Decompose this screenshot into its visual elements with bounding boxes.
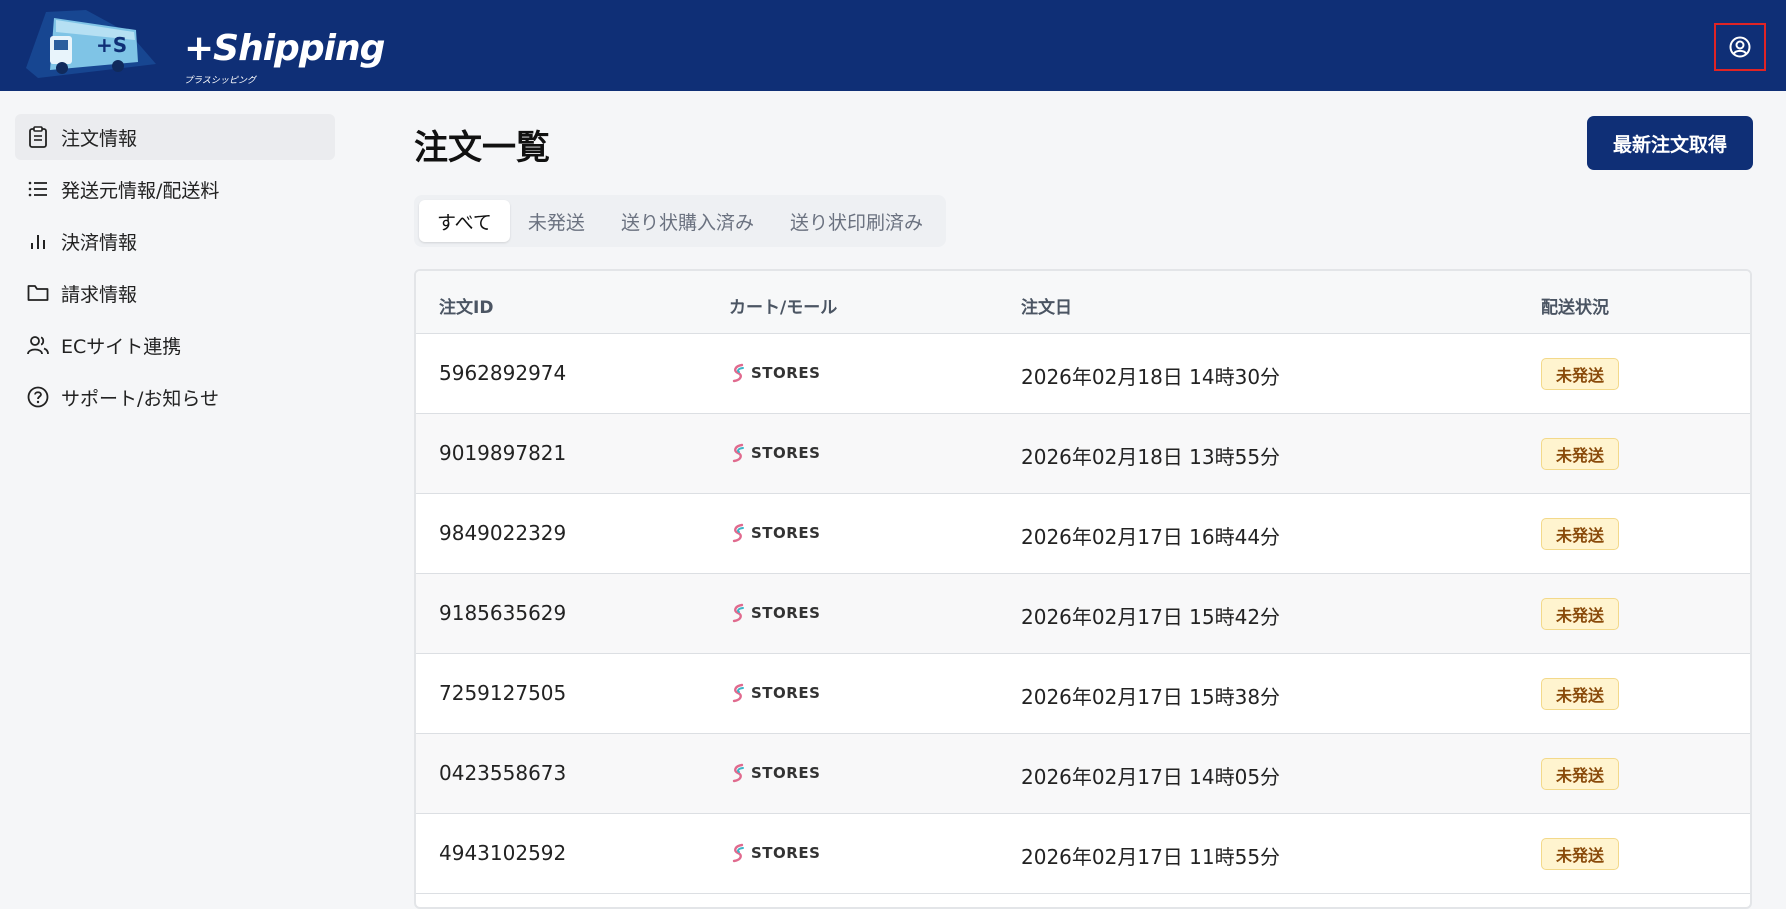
list-icon (27, 178, 49, 200)
status-badge: 未発送 (1541, 438, 1620, 470)
stores-logo-icon (732, 843, 744, 863)
order-date: 2026年02月17日 11時55分 (1021, 845, 1281, 869)
table-row[interactable]: 9185635629 STORES 2026年02月17日 15時42分 未発送 (416, 574, 1750, 654)
sidebar-item-label: 請求情報 (61, 283, 138, 306)
table-row[interactable]: 7259127505 STORES 2026年02月17日 15時38分 未発送 (416, 654, 1750, 734)
account-button[interactable] (1714, 23, 1766, 71)
order-id[interactable]: 4943102592 (439, 841, 566, 865)
cart-cell: STORES (729, 682, 820, 704)
user-circle-icon (1729, 36, 1751, 58)
order-date: 2026年02月17日 14時05分 (1021, 765, 1281, 789)
sidebar: 注文情報 発送元情報/配送料 決済情報 請求情報 ECサイト連携 サポート/お知… (15, 114, 335, 426)
order-date: 2026年02月17日 15時42分 (1021, 605, 1281, 629)
stores-logo-icon (732, 603, 744, 623)
table-row[interactable]: 9019897821 STORES 2026年02月18日 13時55分 未発送 (416, 414, 1750, 494)
sidebar-item-billing[interactable]: 請求情報 (15, 270, 335, 316)
order-date: 2026年02月17日 16時44分 (1021, 525, 1281, 549)
order-id[interactable]: 7259127505 (439, 681, 566, 705)
status-badge: 未発送 (1541, 358, 1620, 390)
tab-all[interactable]: すべて (419, 200, 510, 242)
fetch-latest-orders-button[interactable]: 最新注文取得 (1587, 116, 1753, 170)
column-header-cart[interactable]: カート/モール (729, 293, 837, 318)
sidebar-item-support[interactable]: サポート/お知らせ (15, 374, 335, 420)
plus-shipping-logo[interactable]: +S +Shipping プラスシッピング (26, 10, 385, 86)
sidebar-item-orders[interactable]: 注文情報 (15, 114, 335, 160)
cart-name: STORES (751, 604, 821, 622)
tab-label-purchased[interactable]: 送り状購入済み (603, 200, 772, 242)
cart-cell: STORES (729, 442, 820, 464)
sidebar-item-label: サポート/お知らせ (61, 387, 220, 410)
column-header-shipping-status[interactable]: 配送状況 (1541, 293, 1609, 318)
cart-name: STORES (751, 524, 821, 542)
cart-cell: STORES (729, 842, 820, 864)
cart-name: STORES (751, 764, 821, 782)
sidebar-item-payment[interactable]: 決済情報 (15, 218, 335, 264)
status-tabs: すべて 未発送 送り状購入済み 送り状印刷済み (414, 195, 946, 247)
svg-text:+S: +S (96, 33, 127, 57)
status-badge: 未発送 (1541, 838, 1620, 870)
stores-logo-icon (732, 763, 744, 783)
table-body: 5962892974 STORES 2026年02月18日 14時30分 未発送… (416, 334, 1750, 894)
order-date: 2026年02月17日 15時38分 (1021, 685, 1281, 709)
top-header: +S +Shipping プラスシッピング (0, 0, 1786, 91)
cart-cell: STORES (729, 602, 820, 624)
order-id[interactable]: 0423558673 (439, 761, 566, 785)
cart-name: STORES (751, 684, 821, 702)
sidebar-item-shipping-origin[interactable]: 発送元情報/配送料 (15, 166, 335, 212)
order-date: 2026年02月18日 14時30分 (1021, 365, 1281, 389)
logo-subtext: プラスシッピング (184, 76, 256, 86)
tab-label-printed[interactable]: 送り状印刷済み (772, 200, 941, 242)
cart-name: STORES (751, 364, 821, 382)
stores-logo-icon (732, 683, 744, 703)
table-row[interactable]: 9849022329 STORES 2026年02月17日 16時44分 未発送 (416, 494, 1750, 574)
clipboard-icon (27, 126, 49, 148)
status-badge: 未発送 (1541, 758, 1620, 790)
tab-unshipped[interactable]: 未発送 (510, 200, 603, 242)
table-row[interactable]: 0423558673 STORES 2026年02月17日 14時05分 未発送 (416, 734, 1750, 814)
truck-logo-icon: +S (26, 10, 156, 78)
column-header-order-id[interactable]: 注文ID (439, 293, 493, 318)
order-id[interactable]: 9185635629 (439, 601, 566, 625)
stores-logo-icon (732, 443, 744, 463)
column-header-order-date[interactable]: 注文日 (1021, 293, 1072, 318)
help-circle-icon (27, 386, 49, 408)
status-badge: 未発送 (1541, 678, 1620, 710)
logo-text: +Shipping (184, 28, 385, 69)
order-date: 2026年02月18日 13時55分 (1021, 445, 1281, 469)
status-badge: 未発送 (1541, 518, 1620, 550)
cart-name: STORES (751, 844, 821, 862)
cart-cell: STORES (729, 762, 820, 784)
folder-icon (27, 282, 49, 304)
page-title: 注文一覧 (414, 128, 550, 168)
sidebar-item-label: ECサイト連携 (61, 335, 182, 358)
order-id[interactable]: 9849022329 (439, 521, 566, 545)
sidebar-item-ec-integration[interactable]: ECサイト連携 (15, 322, 335, 368)
cart-cell: STORES (729, 522, 820, 544)
bar-chart-icon (27, 230, 49, 252)
sidebar-item-label: 発送元情報/配送料 (61, 179, 220, 202)
cart-cell: STORES (729, 362, 820, 384)
sidebar-item-label: 注文情報 (61, 127, 138, 150)
order-id[interactable]: 9019897821 (439, 441, 566, 465)
stores-logo-icon (732, 363, 744, 383)
table-row[interactable]: 4943102592 STORES 2026年02月17日 11時55分 未発送 (416, 814, 1750, 894)
status-badge: 未発送 (1541, 598, 1620, 630)
sidebar-item-label: 決済情報 (61, 231, 138, 254)
orders-table: 注文ID カート/モール 注文日 配送状況 5962892974 STORES … (414, 269, 1752, 909)
table-header: 注文ID カート/モール 注文日 配送状況 (416, 271, 1750, 334)
cart-name: STORES (751, 444, 821, 462)
table-row[interactable]: 5962892974 STORES 2026年02月18日 14時30分 未発送 (416, 334, 1750, 414)
order-id[interactable]: 5962892974 (439, 361, 566, 385)
users-icon (27, 334, 49, 356)
stores-logo-icon (732, 523, 744, 543)
